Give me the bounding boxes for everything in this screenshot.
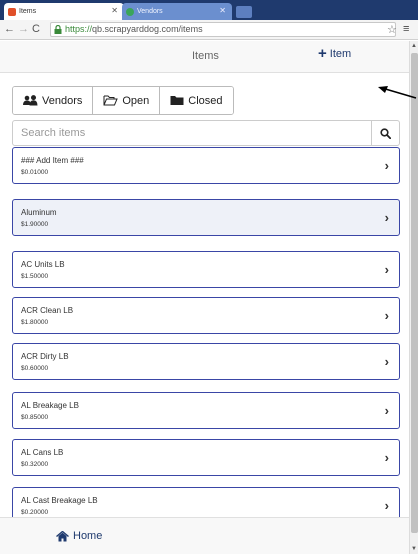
lock-icon <box>54 25 62 34</box>
close-tab-icon[interactable]: ✕ <box>111 6 118 15</box>
search-button[interactable] <box>371 121 399 145</box>
list-item[interactable]: ACR Clean LB $1.80000 › <box>12 297 400 334</box>
search-box <box>12 120 400 146</box>
chevron-right-icon: › <box>384 403 389 418</box>
item-name: ACR Clean LB <box>21 306 74 315</box>
scroll-thumb[interactable] <box>411 53 418 533</box>
list-item[interactable]: AC Units LB $1.50000 › <box>12 251 400 288</box>
page-content: Items + Item Vendors Open Closed Search … <box>0 41 409 554</box>
vendors-button[interactable]: Vendors <box>13 87 94 114</box>
plus-icon: + <box>318 45 327 62</box>
item-name: AC Units LB <box>21 260 65 269</box>
item-name: ACR Dirty LB <box>21 352 69 361</box>
tab-title: Items <box>19 8 37 15</box>
folder-open-icon <box>103 95 119 106</box>
list-item[interactable]: ### Add Item ### $0.01000 › <box>12 147 400 184</box>
list-item[interactable]: Aluminum $1.90000 › <box>12 199 400 236</box>
app-favicon-icon <box>8 7 16 16</box>
chevron-right-icon: › <box>384 158 389 173</box>
list-item[interactable]: AL Cans LB $0.32000 › <box>12 439 400 476</box>
chevron-right-icon: › <box>384 354 389 369</box>
url-scheme: https:// <box>65 24 93 34</box>
item-name: Aluminum <box>21 208 57 217</box>
chevron-right-icon: › <box>384 450 389 465</box>
vendors-label: Vendors <box>42 94 83 107</box>
add-item-button[interactable]: + Item <box>318 45 352 62</box>
chevron-right-icon: › <box>384 210 389 225</box>
reload-icon[interactable]: C <box>32 23 40 35</box>
item-price: $1.80000 <box>21 319 49 326</box>
users-icon <box>23 95 38 106</box>
item-name: AL Breakage LB <box>21 401 79 410</box>
list-item[interactable]: ACR Dirty LB $0.60000 › <box>12 343 400 380</box>
item-name: AL Cans LB <box>21 448 64 457</box>
page-title: Items <box>192 50 219 62</box>
chevron-right-icon: › <box>384 498 389 513</box>
item-price: $0.01000 <box>21 169 49 176</box>
folder-icon <box>170 96 184 105</box>
search-input[interactable] <box>13 121 373 145</box>
scroll-down-icon[interactable]: ▼ <box>411 546 417 552</box>
close-tab-icon[interactable]: ✕ <box>219 6 226 15</box>
item-price: $0.60000 <box>21 365 49 372</box>
chevron-right-icon: › <box>384 308 389 323</box>
closed-button[interactable]: Closed <box>160 87 233 114</box>
filter-button-group: Vendors Open Closed <box>12 86 234 115</box>
item-price: $0.20000 <box>21 509 49 516</box>
app-favicon-icon <box>126 7 134 16</box>
tab-vendors[interactable]: Vendors ✕ <box>122 3 232 20</box>
search-icon <box>380 127 391 139</box>
item-price: $1.50000 <box>21 273 49 280</box>
open-button[interactable]: Open <box>93 87 161 114</box>
item-name: AL Cast Breakage LB <box>21 496 98 505</box>
item-name: ### Add Item ### <box>21 156 84 165</box>
tab-items[interactable]: Items ✕ <box>4 3 124 20</box>
back-arrow-icon[interactable]: ← <box>4 23 15 35</box>
url-text: qb.scrapyarddog.com/items <box>92 24 203 34</box>
open-label: Open <box>122 94 150 107</box>
new-tab-button[interactable] <box>236 6 252 18</box>
bookmark-star-icon[interactable]: ☆ <box>387 23 397 36</box>
app-footer: Home <box>0 517 409 554</box>
chevron-right-icon: › <box>384 262 389 277</box>
home-button[interactable]: Home <box>56 530 102 542</box>
scroll-up-icon[interactable]: ▲ <box>411 43 417 49</box>
list-item[interactable]: AL Breakage LB $0.85000 › <box>12 392 400 429</box>
home-icon <box>56 530 69 541</box>
page-scrollbar[interactable]: ▲ ▼ <box>409 41 418 554</box>
item-price: $0.32000 <box>21 461 49 468</box>
add-item-label: Item <box>329 48 352 60</box>
browser-menu-icon[interactable]: ≡ <box>403 23 409 35</box>
closed-label: Closed <box>188 94 223 107</box>
item-price: $1.90000 <box>21 221 49 228</box>
url-field[interactable]: https://qb.scrapyarddog.com/items <box>50 22 396 37</box>
forward-arrow-icon[interactable]: → <box>18 23 29 35</box>
item-price: $0.85000 <box>21 414 49 421</box>
app-header: Items + Item <box>0 41 409 73</box>
home-label: Home <box>73 530 103 542</box>
browser-tab-bar: Items ✕ Vendors ✕ <box>0 0 418 20</box>
tab-title: Vendors <box>137 8 163 15</box>
address-bar: ← → C https://qb.scrapyarddog.com/items … <box>0 20 418 40</box>
